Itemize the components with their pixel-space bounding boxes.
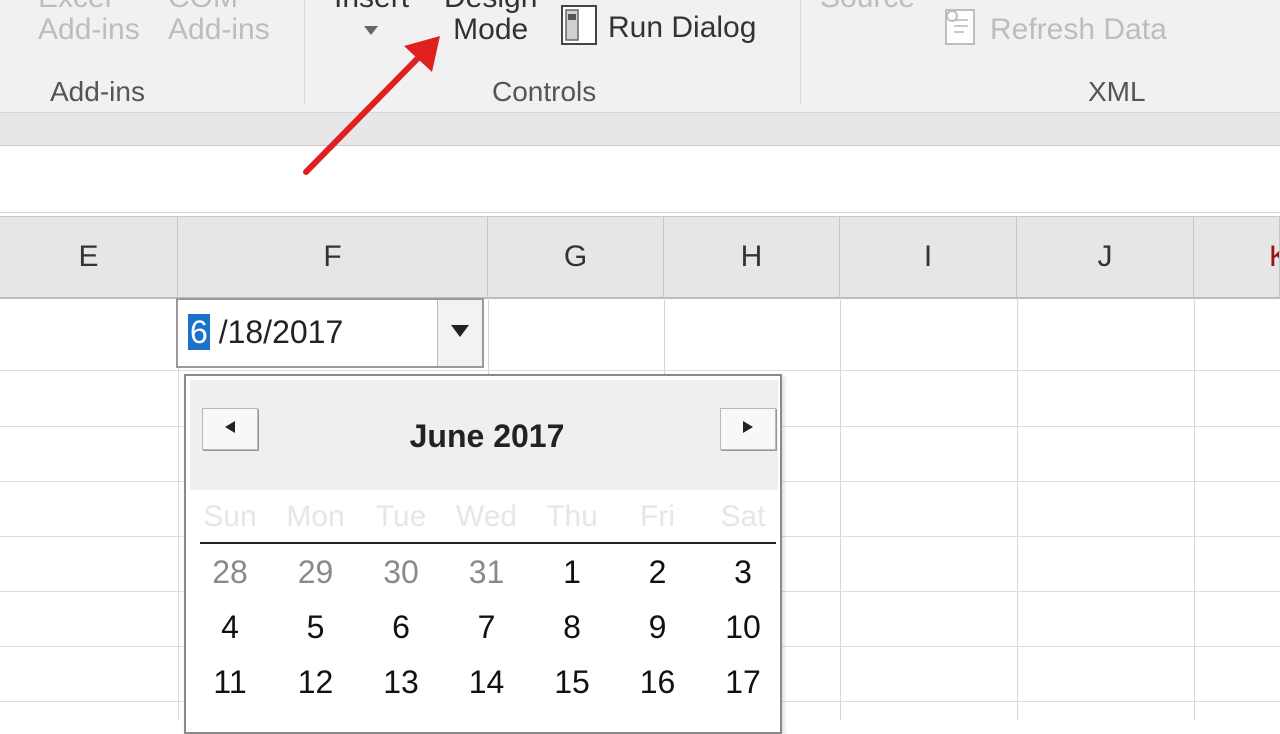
refresh-data-label: Refresh Data xyxy=(990,12,1167,46)
calendar-day[interactable]: 16 xyxy=(616,664,700,701)
chevron-down-icon xyxy=(334,14,409,46)
calendar-day[interactable]: 30 xyxy=(359,554,443,591)
formula-bar[interactable] xyxy=(0,146,1280,213)
weekday-label: Mon xyxy=(286,500,345,533)
design-mode-label-line2: Mode xyxy=(453,13,529,46)
next-month-button[interactable] xyxy=(720,408,776,450)
excel-addins-button[interactable]: Excel Add-ins xyxy=(38,0,140,46)
calendar-day[interactable]: 3 xyxy=(701,554,785,591)
xml-source-button[interactable]: Source xyxy=(820,0,915,14)
grid-line xyxy=(840,298,841,720)
run-dialog-button[interactable]: Run Dialog xyxy=(560,4,756,51)
com-addins-label-line2: Add-ins xyxy=(168,13,270,46)
weekday-label: Thu xyxy=(546,500,598,533)
weekday-divider xyxy=(200,542,776,544)
chevron-down-icon xyxy=(451,324,469,342)
calendar-day[interactable]: 4 xyxy=(188,609,272,646)
calendar-day[interactable]: 17 xyxy=(701,664,785,701)
weekday-label: Sun xyxy=(203,500,257,533)
com-addins-label-line1: COM xyxy=(168,0,270,14)
run-dialog-icon xyxy=(560,4,598,51)
column-header-f[interactable]: F xyxy=(178,217,488,297)
calendar-day[interactable]: 28 xyxy=(188,554,272,591)
refresh-data-button[interactable]: Refresh Data xyxy=(942,6,1167,53)
column-header-g[interactable]: G xyxy=(488,217,664,297)
addins-group-label: Add-ins xyxy=(50,76,145,107)
column-headers: E F G H I J K xyxy=(0,216,1280,299)
date-value[interactable]: 6 /18/2017 xyxy=(188,314,343,351)
column-header-i[interactable]: I xyxy=(840,217,1017,297)
grid-line xyxy=(1017,298,1018,720)
column-header-k[interactable]: K xyxy=(1194,217,1280,297)
date-picker-field[interactable]: 6 /18/2017 xyxy=(176,298,484,368)
calendar-day[interactable]: 8 xyxy=(530,609,614,646)
arrow-right-icon xyxy=(743,420,753,438)
weekday-label: Tue xyxy=(375,500,427,533)
calendar-day[interactable]: 15 xyxy=(530,664,614,701)
column-header-k-label: K xyxy=(1269,240,1279,274)
insert-control-label: Insert xyxy=(334,0,409,14)
calendar-day[interactable]: 29 xyxy=(274,554,358,591)
calendar-day[interactable]: 5 xyxy=(274,609,358,646)
calendar-day[interactable]: 11 xyxy=(188,664,272,701)
calendar-day[interactable]: 12 xyxy=(274,664,358,701)
calendar-header: June 2017 xyxy=(190,380,778,490)
column-header-h[interactable]: H xyxy=(664,217,840,297)
com-addins-button[interactable]: COM Add-ins xyxy=(168,0,270,46)
xml-group-label: XML xyxy=(1088,76,1146,107)
calendar-day[interactable]: 14 xyxy=(445,664,529,701)
weekday-label: Wed xyxy=(455,500,518,533)
ribbon: Excel Add-ins COM Add-ins Add-ins Insert… xyxy=(0,0,1280,112)
refresh-data-icon xyxy=(942,6,980,53)
weekday-label: Sat xyxy=(720,500,766,533)
date-rest-segment: /18/2017 xyxy=(209,314,344,350)
calendar-day[interactable]: 7 xyxy=(445,609,529,646)
column-header-j[interactable]: J xyxy=(1017,217,1194,297)
date-dropdown-button[interactable] xyxy=(437,300,482,366)
design-mode-label-line1: Design xyxy=(444,0,537,14)
grid-line xyxy=(0,370,1280,371)
grid-line xyxy=(1194,298,1195,720)
column-header-e[interactable]: E xyxy=(0,217,178,297)
calendar-day[interactable]: 13 xyxy=(359,664,443,701)
calendar-month-title: June 2017 xyxy=(409,418,565,454)
ribbon-bottom-edge xyxy=(0,112,1280,146)
calendar-day[interactable]: 6 xyxy=(359,609,443,646)
weekday-label: Fri xyxy=(640,500,675,533)
calendar-day[interactable]: 1 xyxy=(530,554,614,591)
calendar-popup: June 2017 Sun Mon Tue Wed Thu Fri Sat 28 29 30 31… xyxy=(184,374,782,734)
group-separator xyxy=(800,0,801,104)
calendar-day[interactable]: 9 xyxy=(616,609,700,646)
group-separator xyxy=(304,0,305,104)
design-mode-button[interactable]: Design Mode xyxy=(444,0,537,46)
calendar-day[interactable]: 31 xyxy=(445,554,529,591)
calendar-day[interactable]: 2 xyxy=(616,554,700,591)
calendar-day[interactable]: 10 xyxy=(701,609,785,646)
insert-control-button[interactable]: Insert xyxy=(334,0,409,46)
date-month-segment[interactable]: 6 xyxy=(188,314,210,350)
run-dialog-label: Run Dialog xyxy=(608,10,757,44)
excel-addins-label-line1: Excel xyxy=(38,0,140,14)
controls-group-label: Controls xyxy=(492,76,597,107)
excel-addins-label-line2: Add-ins xyxy=(38,13,140,46)
